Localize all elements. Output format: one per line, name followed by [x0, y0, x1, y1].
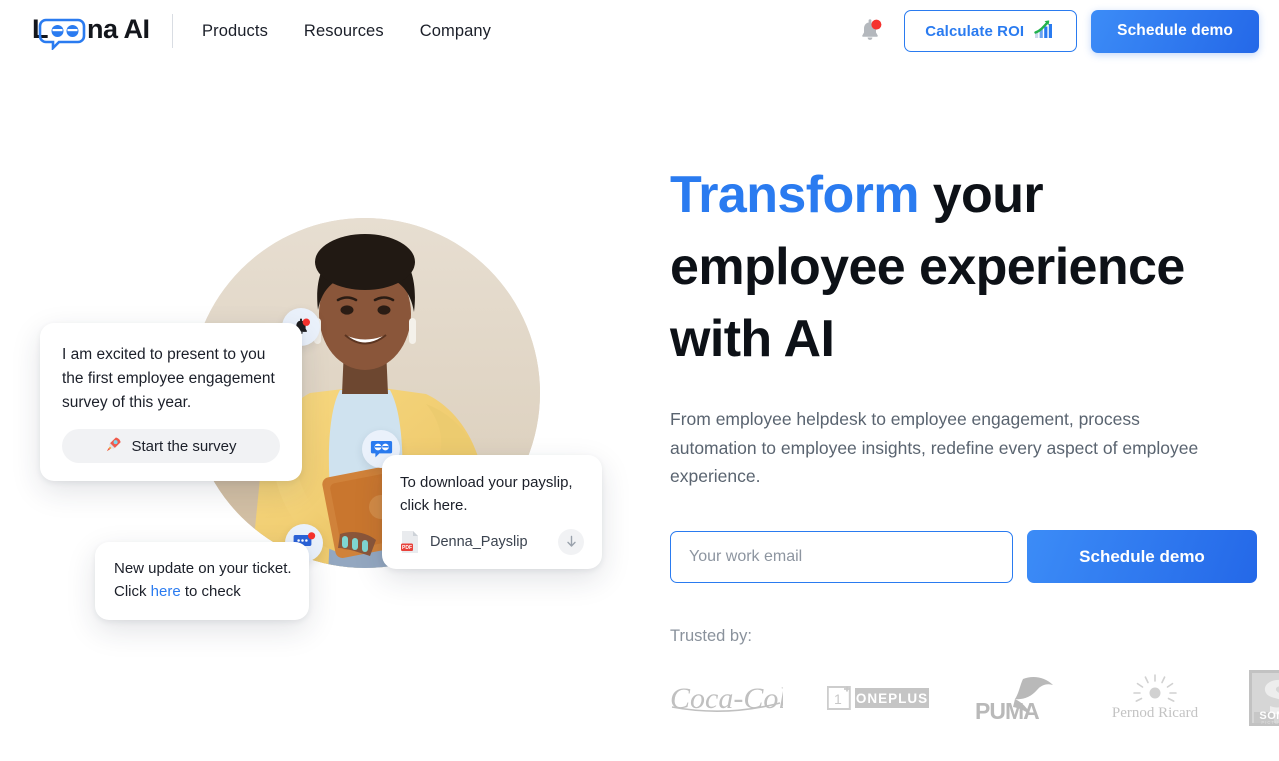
hero-subheading: From employee helpdesk to employee engag… — [670, 409, 1199, 486]
svg-text:PDF: PDF — [402, 545, 412, 551]
payslip-file-row[interactable]: PDF Denna_Payslip — [400, 529, 584, 555]
sony-pictures-logo: SONY PICTURES — [1249, 670, 1279, 727]
nav-link-products[interactable]: Products — [202, 22, 268, 41]
start-the-survey-label: Start the survey — [131, 437, 237, 455]
nav-actions: Calculate ROI Schedule demo — [850, 0, 1259, 62]
puma-logo: PUMA — [973, 673, 1061, 723]
start-the-survey-button[interactable]: Start the survey — [62, 429, 280, 464]
payslip-card-text: To download your payslip, click here. — [400, 474, 573, 514]
trusted-by-label: Trusted by: — [670, 627, 752, 646]
nav-links: Products Resources Company — [202, 0, 491, 62]
svg-text:PICTURES: PICTURES — [1261, 720, 1279, 725]
nav-schedule-demo-button[interactable]: Schedule demo — [1091, 9, 1259, 53]
survey-chat-card: I am excited to present to you the first… — [40, 323, 302, 482]
work-email-input[interactable] — [670, 530, 1013, 583]
demo-signup-form: Schedule demo — [670, 530, 1260, 584]
ticket-here-link[interactable]: here — [151, 583, 181, 600]
download-button[interactable] — [558, 529, 584, 555]
pdf-file-icon: PDF — [400, 530, 420, 554]
hero-content: Transform your employee experience with … — [670, 160, 1279, 728]
leena-ai-logo[interactable]: L na AI — [32, 12, 154, 52]
download-arrow-icon — [566, 535, 576, 547]
svg-text:Pernod Ricard: Pernod Ricard — [1112, 705, 1199, 721]
growth-chart-icon — [1034, 19, 1056, 43]
bell-icon — [862, 19, 882, 40]
top-navigation-bar: L na AI Products Resources Company Calcu… — [0, 0, 1279, 62]
nav-link-company[interactable]: Company — [420, 22, 491, 41]
hero-illustration: I am excited to present to you the first… — [0, 90, 660, 730]
ticket-update-card: New update on your ticket. Click here to… — [95, 542, 309, 620]
calculate-roi-label: Calculate ROI — [925, 22, 1025, 40]
coca-cola-logo: Coca-Cola — [670, 677, 783, 719]
rocket-icon — [105, 436, 122, 457]
pernod-ricard-logo: Pernod Ricard — [1105, 673, 1205, 723]
headline-accent: Transform — [670, 166, 919, 224]
svg-text:1: 1 — [834, 691, 842, 707]
oneplus-logo: 1 ONEPLUS — [827, 684, 929, 712]
hero-schedule-demo-button[interactable]: Schedule demo — [1027, 530, 1257, 584]
client-logo-row: Coca-Cola 1 ONEPLUS PUMA — [670, 668, 1279, 728]
svg-text:PUMA: PUMA — [975, 698, 1039, 723]
calculate-roi-button[interactable]: Calculate ROI — [904, 10, 1078, 52]
payslip-chat-card: To download your payslip, click here. PD… — [382, 455, 602, 569]
page-title: Transform your employee experience with … — [670, 160, 1260, 375]
svg-text:na AI: na AI — [87, 14, 150, 44]
notification-bell-button[interactable] — [850, 11, 890, 51]
ticket-card-text: New update on your ticket. Click here to… — [114, 558, 292, 604]
nav-divider — [172, 14, 173, 48]
svg-text:ONEPLUS: ONEPLUS — [856, 691, 928, 706]
payslip-file-name: Denna_Payslip — [430, 534, 528, 550]
nav-link-resources[interactable]: Resources — [304, 22, 384, 41]
ticket-text-after: to check — [180, 582, 241, 600]
survey-card-text: I am excited to present to you the first… — [62, 346, 275, 412]
hero-schedule-demo-label: Schedule demo — [1079, 546, 1205, 566]
logo-svg: L na AI — [32, 14, 150, 52]
nav-schedule-demo-label: Schedule demo — [1117, 22, 1233, 39]
